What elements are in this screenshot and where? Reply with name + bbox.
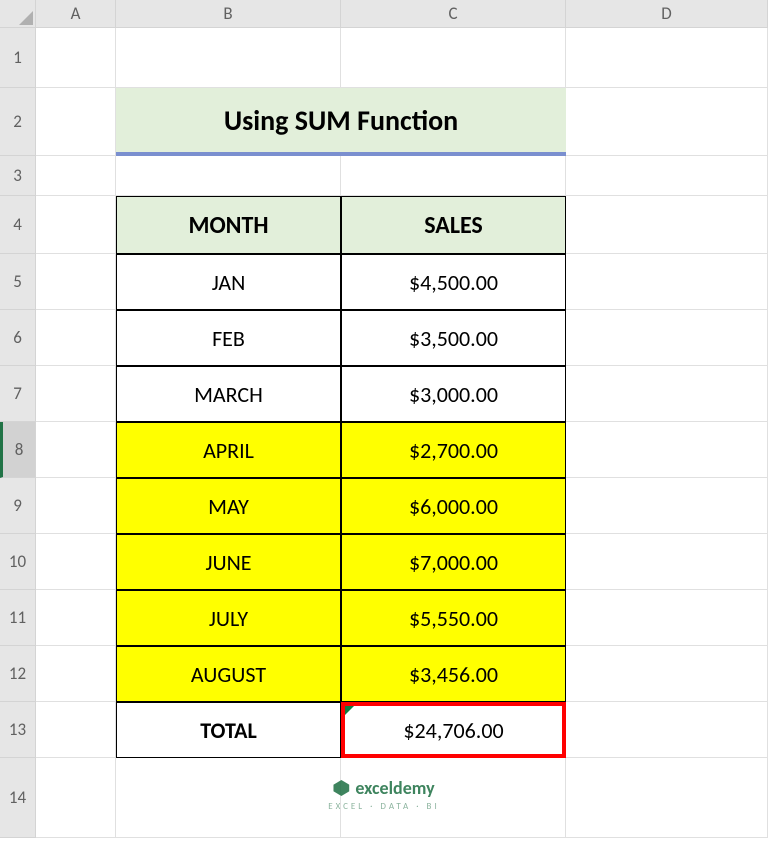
row-header-3[interactable]: 3 [0, 156, 36, 196]
cell-D6[interactable] [566, 310, 768, 366]
cell-D12[interactable] [566, 646, 768, 702]
cell-month-july[interactable]: JULY [116, 590, 341, 646]
cell-B14[interactable] [116, 758, 341, 838]
cell-D5[interactable] [566, 254, 768, 310]
row-header-14[interactable]: 14 [0, 758, 36, 838]
cell-sales-august[interactable]: $3,456.00 [341, 646, 566, 702]
cell-sales-march[interactable]: $3,000.00 [341, 366, 566, 422]
cell-C3[interactable] [341, 156, 566, 196]
row-header-8[interactable]: 8 [0, 422, 36, 478]
cell-A9[interactable] [36, 478, 116, 534]
cell-D2[interactable] [566, 88, 768, 156]
cell-month-jan[interactable]: JAN [116, 254, 341, 310]
row-header-12[interactable]: 12 [0, 646, 36, 702]
row-header-7[interactable]: 7 [0, 366, 36, 422]
cell-month-feb[interactable]: FEB [116, 310, 341, 366]
cell-A1[interactable] [36, 28, 116, 88]
row-header-1[interactable]: 1 [0, 28, 36, 88]
watermark-brand: exceldemy [355, 777, 434, 799]
row-header-5[interactable]: 5 [0, 254, 36, 310]
cell-D4[interactable] [566, 196, 768, 254]
header-sales[interactable]: SALES [341, 196, 566, 254]
cell-D14[interactable] [566, 758, 768, 838]
cell-A12[interactable] [36, 646, 116, 702]
cell-A11[interactable] [36, 590, 116, 646]
cell-A10[interactable] [36, 534, 116, 590]
row-header-10[interactable]: 10 [0, 534, 36, 590]
cell-A3[interactable] [36, 156, 116, 196]
cell-A7[interactable] [36, 366, 116, 422]
cell-month-june[interactable]: JUNE [116, 534, 341, 590]
cell-C1[interactable] [341, 28, 566, 88]
cell-D10[interactable] [566, 534, 768, 590]
row-header-11[interactable]: 11 [0, 590, 36, 646]
cell-A5[interactable] [36, 254, 116, 310]
watermark: exceldemy EXCEL · DATA · BI [328, 777, 439, 812]
title-cell[interactable]: Using SUM Function [116, 88, 566, 156]
cell-total-label[interactable]: TOTAL [116, 702, 341, 758]
select-all-corner[interactable] [0, 0, 36, 28]
cell-D8[interactable] [566, 422, 768, 478]
cell-B3[interactable] [116, 156, 341, 196]
watermark-icon [333, 780, 349, 796]
cell-D7[interactable] [566, 366, 768, 422]
row-header-9[interactable]: 9 [0, 478, 36, 534]
cell-A2[interactable] [36, 88, 116, 156]
cell-month-may[interactable]: MAY [116, 478, 341, 534]
col-header-A[interactable]: A [36, 0, 116, 28]
cell-D3[interactable] [566, 156, 768, 196]
cell-A13[interactable] [36, 702, 116, 758]
col-header-C[interactable]: C [341, 0, 566, 28]
cell-sales-june[interactable]: $7,000.00 [341, 534, 566, 590]
watermark-tagline: EXCEL · DATA · BI [328, 801, 439, 812]
cell-month-august[interactable]: AUGUST [116, 646, 341, 702]
cell-sales-april[interactable]: $2,700.00 [341, 422, 566, 478]
cell-D13[interactable] [566, 702, 768, 758]
cell-sales-july[interactable]: $5,550.00 [341, 590, 566, 646]
col-header-D[interactable]: D [566, 0, 768, 28]
cell-month-april[interactable]: APRIL [116, 422, 341, 478]
cell-B1[interactable] [116, 28, 341, 88]
cell-A8[interactable] [36, 422, 116, 478]
cell-D1[interactable] [566, 28, 768, 88]
header-month[interactable]: MONTH [116, 196, 341, 254]
row-header-4[interactable]: 4 [0, 196, 36, 254]
cell-A6[interactable] [36, 310, 116, 366]
row-header-13[interactable]: 13 [0, 702, 36, 758]
spreadsheet-grid[interactable]: A B C D 1 2 Using SUM Function 3 4 MONTH… [0, 0, 768, 838]
cell-sales-may[interactable]: $6,000.00 [341, 478, 566, 534]
cell-A4[interactable] [36, 196, 116, 254]
cell-total-value[interactable]: $24,706.00 [341, 702, 566, 758]
cell-sales-feb[interactable]: $3,500.00 [341, 310, 566, 366]
col-header-B[interactable]: B [116, 0, 341, 28]
row-header-2[interactable]: 2 [0, 88, 36, 156]
cell-D9[interactable] [566, 478, 768, 534]
cell-month-march[interactable]: MARCH [116, 366, 341, 422]
row-header-6[interactable]: 6 [0, 310, 36, 366]
cell-sales-jan[interactable]: $4,500.00 [341, 254, 566, 310]
cell-A14[interactable] [36, 758, 116, 838]
cell-D11[interactable] [566, 590, 768, 646]
